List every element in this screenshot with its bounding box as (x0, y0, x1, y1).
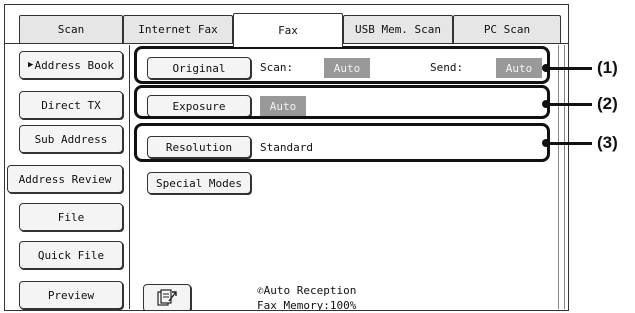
phone-icon: ✆ (257, 284, 264, 297)
callout-leader-1 (548, 67, 592, 70)
address-review-label: Address Review (18, 172, 112, 186)
callout-label-1: (1) (597, 58, 618, 77)
tab-scan[interactable]: Scan (19, 15, 123, 43)
address-book-button[interactable]: ▶ Address Book (19, 51, 123, 79)
callout-leader-3 (548, 142, 592, 145)
tab-pc-scan[interactable]: PC Scan (453, 15, 561, 43)
callout-box-2 (134, 85, 550, 119)
file-label: File (57, 210, 85, 224)
callout-box-3 (134, 123, 550, 162)
callout-leader-2 (548, 103, 592, 106)
direct-tx-label: Direct TX (41, 98, 101, 112)
preview-button[interactable]: Preview (19, 281, 123, 309)
quick-file-label: Quick File (37, 248, 105, 262)
tab-pc-scan-label: PC Scan (483, 23, 531, 36)
address-book-label: Address Book (34, 58, 114, 72)
file-button[interactable]: File (19, 203, 123, 231)
triangle-right-icon: ▶ (28, 60, 34, 70)
fax-memory-status: Fax Memory:100% (257, 299, 357, 311)
mode-tab-bar: Scan Internet Fax Fax USB Mem. Scan PC S… (5, 5, 568, 47)
tab-internet-fax-label: Internet Fax (138, 23, 218, 36)
scroll-track-left (558, 45, 559, 309)
tab-scan-label: Scan (57, 23, 85, 36)
quick-file-button[interactable]: Quick File (19, 241, 123, 269)
sub-address-label: Sub Address (34, 132, 108, 146)
tab-fax-label: Fax (278, 24, 298, 37)
callout-label-3: (3) (597, 133, 618, 152)
special-modes-button[interactable]: Special Modes (147, 172, 251, 194)
preview-label: Preview (47, 288, 95, 302)
callout-box-1 (134, 46, 550, 84)
reception-status: ✆Auto Reception (257, 284, 356, 298)
tab-internet-fax[interactable]: Internet Fax (123, 15, 233, 43)
tab-usb-mem-scan-label: USB Mem. Scan (354, 23, 442, 36)
reception-text: Auto Reception (263, 284, 357, 297)
direct-tx-button[interactable]: Direct TX (19, 91, 123, 119)
address-review-button[interactable]: Address Review (7, 165, 123, 193)
document-send-icon (157, 289, 177, 306)
sub-address-button[interactable]: Sub Address (19, 125, 123, 153)
scroll-track-right (564, 45, 565, 309)
tab-fax[interactable]: Fax (233, 13, 343, 47)
callout-label-2: (2) (597, 94, 618, 113)
special-modes-label: Special Modes (155, 176, 243, 190)
transmit-options-button[interactable] (143, 284, 191, 310)
tab-usb-mem-scan[interactable]: USB Mem. Scan (343, 15, 453, 43)
